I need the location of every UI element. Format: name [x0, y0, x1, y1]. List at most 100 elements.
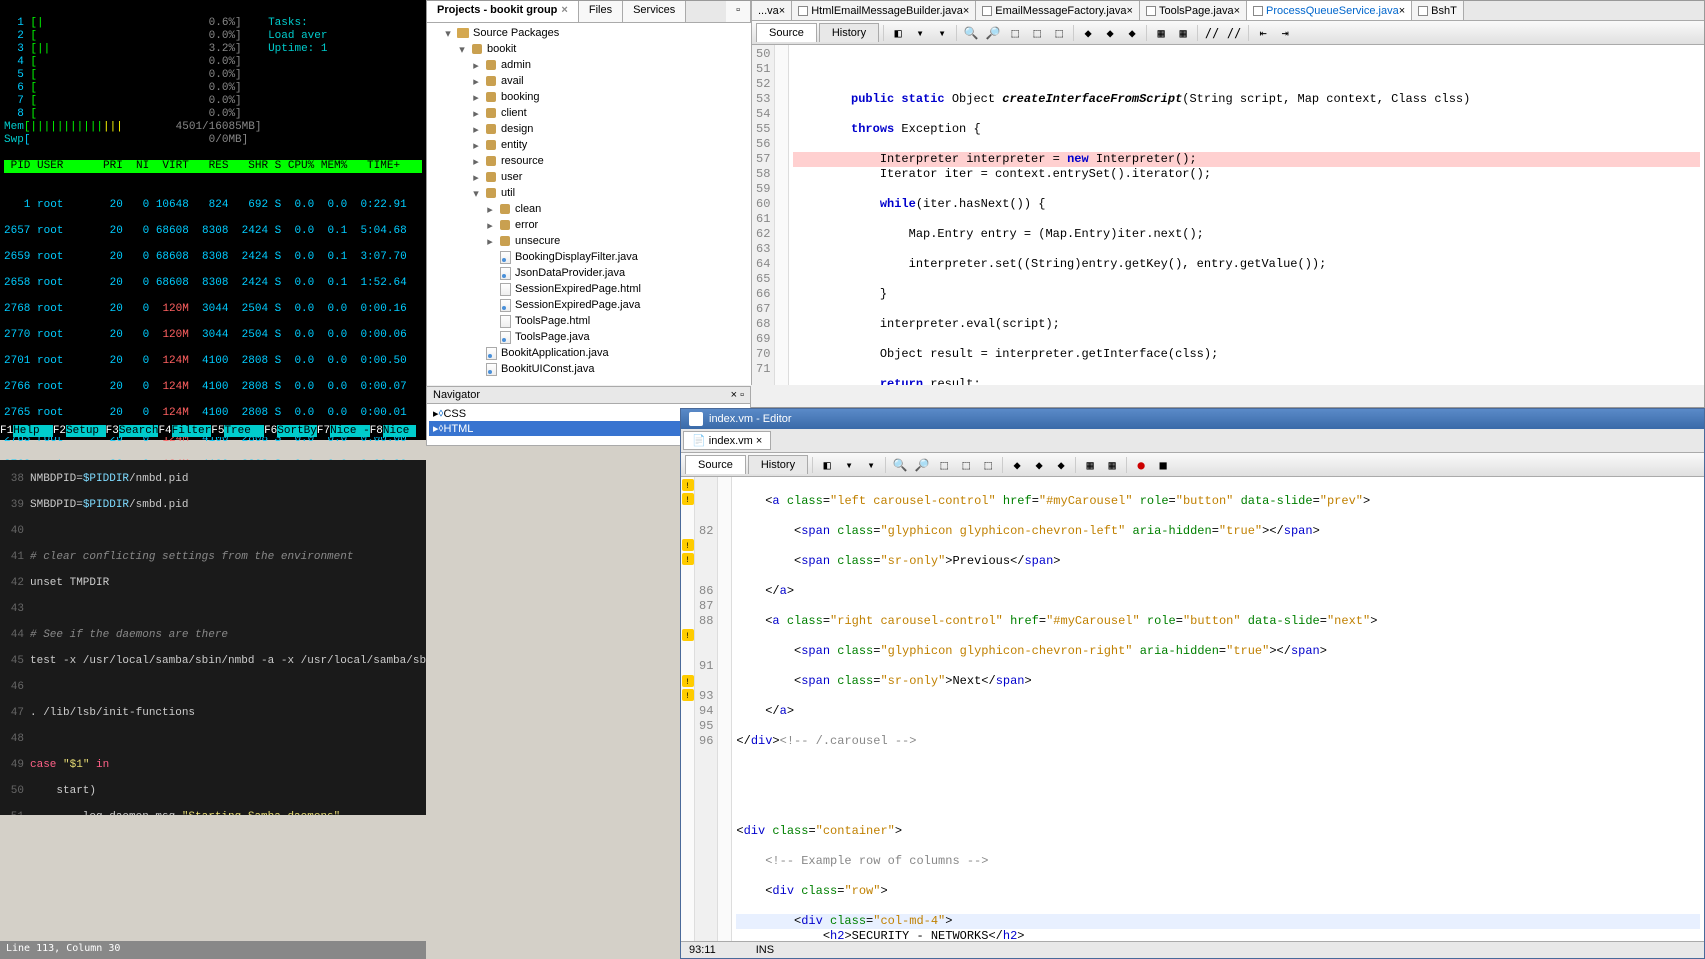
process-row[interactable]: 2766 root 20 0 124M 4100 2808 S 0.0 0.0 … — [4, 381, 422, 394]
tree-node[interactable]: ▸resource — [429, 153, 749, 169]
tree-node[interactable]: ToolsPage.java — [429, 329, 749, 345]
process-row[interactable]: 2657 root 20 0 68608 8308 2424 S 0.0 0.1… — [4, 225, 422, 238]
uncomment-icon[interactable]: // — [1224, 23, 1244, 43]
file-tab[interactable]: ProcessQueueService.java × — [1247, 1, 1412, 20]
editor-toolbar[interactable]: Source History ◧ ▾ ▾ 🔍 🔎 ⬚ ⬚ ⬚ ◆ ◆ ◆ ▦ ▦ — [752, 21, 1704, 45]
tab-projects[interactable]: Projects - bookit group× — [427, 1, 579, 22]
project-tree[interactable]: ▾Source Packages▾bookit▸admin▸avail▸book… — [427, 23, 751, 385]
find-icon[interactable]: 🔍 — [890, 455, 910, 475]
tree-node[interactable]: ▸entity — [429, 137, 749, 153]
tab-services[interactable]: Services — [623, 1, 686, 22]
history-tab[interactable]: History — [819, 23, 879, 42]
toolbar-btn[interactable]: ◆ — [1122, 23, 1142, 43]
file-tab[interactable]: HtmlEmailMessageBuilder.java × — [792, 1, 976, 20]
toolbar-btn[interactable]: ▾ — [839, 455, 859, 475]
file-tab-indexvm[interactable]: 📄 index.vm × — [683, 431, 771, 450]
shift-left-icon[interactable]: ⇤ — [1253, 23, 1273, 43]
close-icon[interactable]: × ▫ — [731, 389, 744, 401]
toolbar-btn[interactable]: ⬚ — [956, 455, 976, 475]
toolbar-btn[interactable]: ⬚ — [1005, 23, 1025, 43]
function-bar[interactable]: F1Help F2Setup F3SearchF4FilterF5Tree F6… — [0, 425, 426, 438]
toolbar-btn[interactable]: ⬚ — [978, 455, 998, 475]
toolbar-btn[interactable]: ▦ — [1102, 455, 1122, 475]
toolbar-btn[interactable]: ◧ — [888, 23, 908, 43]
tree-node[interactable]: ▸client — [429, 105, 749, 121]
stop-icon[interactable]: ■ — [1153, 455, 1173, 475]
nav-fwd-icon[interactable]: ◆ — [1100, 23, 1120, 43]
process-row[interactable]: 2701 root 20 0 124M 4100 2808 S 0.0 0.0 … — [4, 355, 422, 368]
record-icon[interactable]: ● — [1131, 455, 1151, 475]
nav-icon[interactable]: ◆ — [1029, 455, 1049, 475]
close-icon[interactable]: × — [963, 5, 969, 17]
toolbar-btn[interactable]: ▾ — [861, 455, 881, 475]
toolbar-btn[interactable]: ◧ — [817, 455, 837, 475]
toolbar-btn[interactable]: ▾ — [910, 23, 930, 43]
tree-node[interactable]: ▸error — [429, 217, 749, 233]
shell-script-editor[interactable]: 38NMBDPID=$PIDDIR/nmbd.pid 39SMBDPID=$PI… — [0, 460, 426, 815]
history-tab[interactable]: History — [748, 455, 808, 474]
file-tab[interactable]: BshT — [1412, 1, 1464, 20]
comment-icon[interactable]: // — [1202, 23, 1222, 43]
tree-node[interactable]: BookitApplication.java — [429, 345, 749, 361]
find-prev-icon[interactable]: 🔍 — [961, 23, 981, 43]
tree-node[interactable]: BookingDisplayFilter.java — [429, 249, 749, 265]
float-file-tabs[interactable]: 📄 index.vm × — [681, 429, 1704, 453]
editor-file-tabs[interactable]: ...va × HtmlEmailMessageBuilder.java × E… — [752, 1, 1704, 21]
process-row[interactable]: 2765 root 20 0 124M 4100 2808 S 0.0 0.0 … — [4, 407, 422, 420]
file-tab[interactable]: ToolsPage.java × — [1140, 1, 1247, 20]
close-icon[interactable]: × — [779, 5, 785, 17]
tree-node[interactable]: SessionExpiredPage.html — [429, 281, 749, 297]
find-icon[interactable]: 🔎 — [912, 455, 932, 475]
tree-node[interactable]: ▾util — [429, 185, 749, 201]
close-icon[interactable]: × — [561, 4, 567, 16]
source-tab[interactable]: Source — [756, 23, 817, 42]
find-next-icon[interactable]: 🔎 — [983, 23, 1003, 43]
process-row[interactable]: 2659 root 20 0 68608 8308 2424 S 0.0 0.1… — [4, 251, 422, 264]
code-text[interactable]: public static Object createInterfaceFrom… — [789, 45, 1704, 385]
tree-node[interactable]: JsonDataProvider.java — [429, 265, 749, 281]
nav-back-icon[interactable]: ◆ — [1078, 23, 1098, 43]
toolbar-btn[interactable]: ▦ — [1151, 23, 1171, 43]
nav-icon[interactable]: ◆ — [1051, 455, 1071, 475]
tree-node[interactable]: ▸user — [429, 169, 749, 185]
toolbar-btn[interactable]: ⬚ — [1049, 23, 1069, 43]
code-text[interactable]: <a class="left carousel-control" href="#… — [732, 477, 1704, 941]
close-icon[interactable]: × — [1127, 5, 1133, 17]
file-tab[interactable]: EmailMessageFactory.java × — [976, 1, 1140, 20]
tab-files[interactable]: Files — [579, 1, 623, 22]
html-code-editor[interactable]: !! !! !!! 82 868788 91 93949596 <a class… — [681, 477, 1704, 941]
process-row[interactable]: 2658 root 20 0 68608 8308 2424 S 0.0 0.1… — [4, 277, 422, 290]
nav-icon[interactable]: ◆ — [1007, 455, 1027, 475]
close-icon[interactable]: × — [756, 435, 762, 447]
java-code-editor[interactable]: 5051525354555657585960616263646566676869… — [752, 45, 1704, 385]
tree-node[interactable]: ▸avail — [429, 73, 749, 89]
process-row[interactable]: 2768 root 20 0 120M 3044 2504 S 0.0 0.0 … — [4, 303, 422, 316]
tree-node[interactable]: ▸clean — [429, 201, 749, 217]
tree-node[interactable]: ▾Source Packages — [429, 25, 749, 41]
tree-node[interactable]: ▸admin — [429, 57, 749, 73]
close-icon[interactable]: × — [1399, 5, 1405, 17]
toolbar-btn[interactable]: ⬚ — [1027, 23, 1047, 43]
toolbar-btn[interactable]: ▾ — [932, 23, 952, 43]
float-editor-toolbar[interactable]: Source History ◧ ▾ ▾ 🔍 🔎 ⬚ ⬚ ⬚ ◆ ◆ ◆ ▦ ▦… — [681, 453, 1704, 477]
process-row[interactable]: 2770 root 20 0 120M 3044 2504 S 0.0 0.0 … — [4, 329, 422, 342]
shift-right-icon[interactable]: ⇥ — [1275, 23, 1295, 43]
tree-node[interactable]: SessionExpiredPage.java — [429, 297, 749, 313]
fold-gutter[interactable] — [718, 477, 732, 941]
project-panel-tabs[interactable]: Projects - bookit group× Files Services … — [427, 1, 751, 23]
close-icon[interactable]: × — [1234, 5, 1240, 17]
tree-node[interactable]: ▾bookit — [429, 41, 749, 57]
toolbar-btn[interactable]: ▦ — [1173, 23, 1193, 43]
minimize-icon[interactable]: ▫ — [726, 1, 751, 22]
file-tab[interactable]: ...va × — [752, 1, 792, 20]
window-titlebar[interactable]: index.vm - Editor — [681, 409, 1704, 429]
tree-node[interactable]: BookitUIConst.java — [429, 361, 749, 377]
toolbar-btn[interactable]: ⬚ — [934, 455, 954, 475]
process-row[interactable]: 1 root 20 0 10648 824 692 S 0.0 0.0 0:22… — [4, 199, 422, 212]
source-tab[interactable]: Source — [685, 455, 746, 474]
tree-node[interactable]: ▸design — [429, 121, 749, 137]
tree-node[interactable]: ▸unsecure — [429, 233, 749, 249]
floating-editor-window[interactable]: index.vm - Editor 📄 index.vm × Source Hi… — [680, 408, 1705, 959]
toolbar-btn[interactable]: ▦ — [1080, 455, 1100, 475]
fold-gutter[interactable] — [775, 45, 789, 385]
